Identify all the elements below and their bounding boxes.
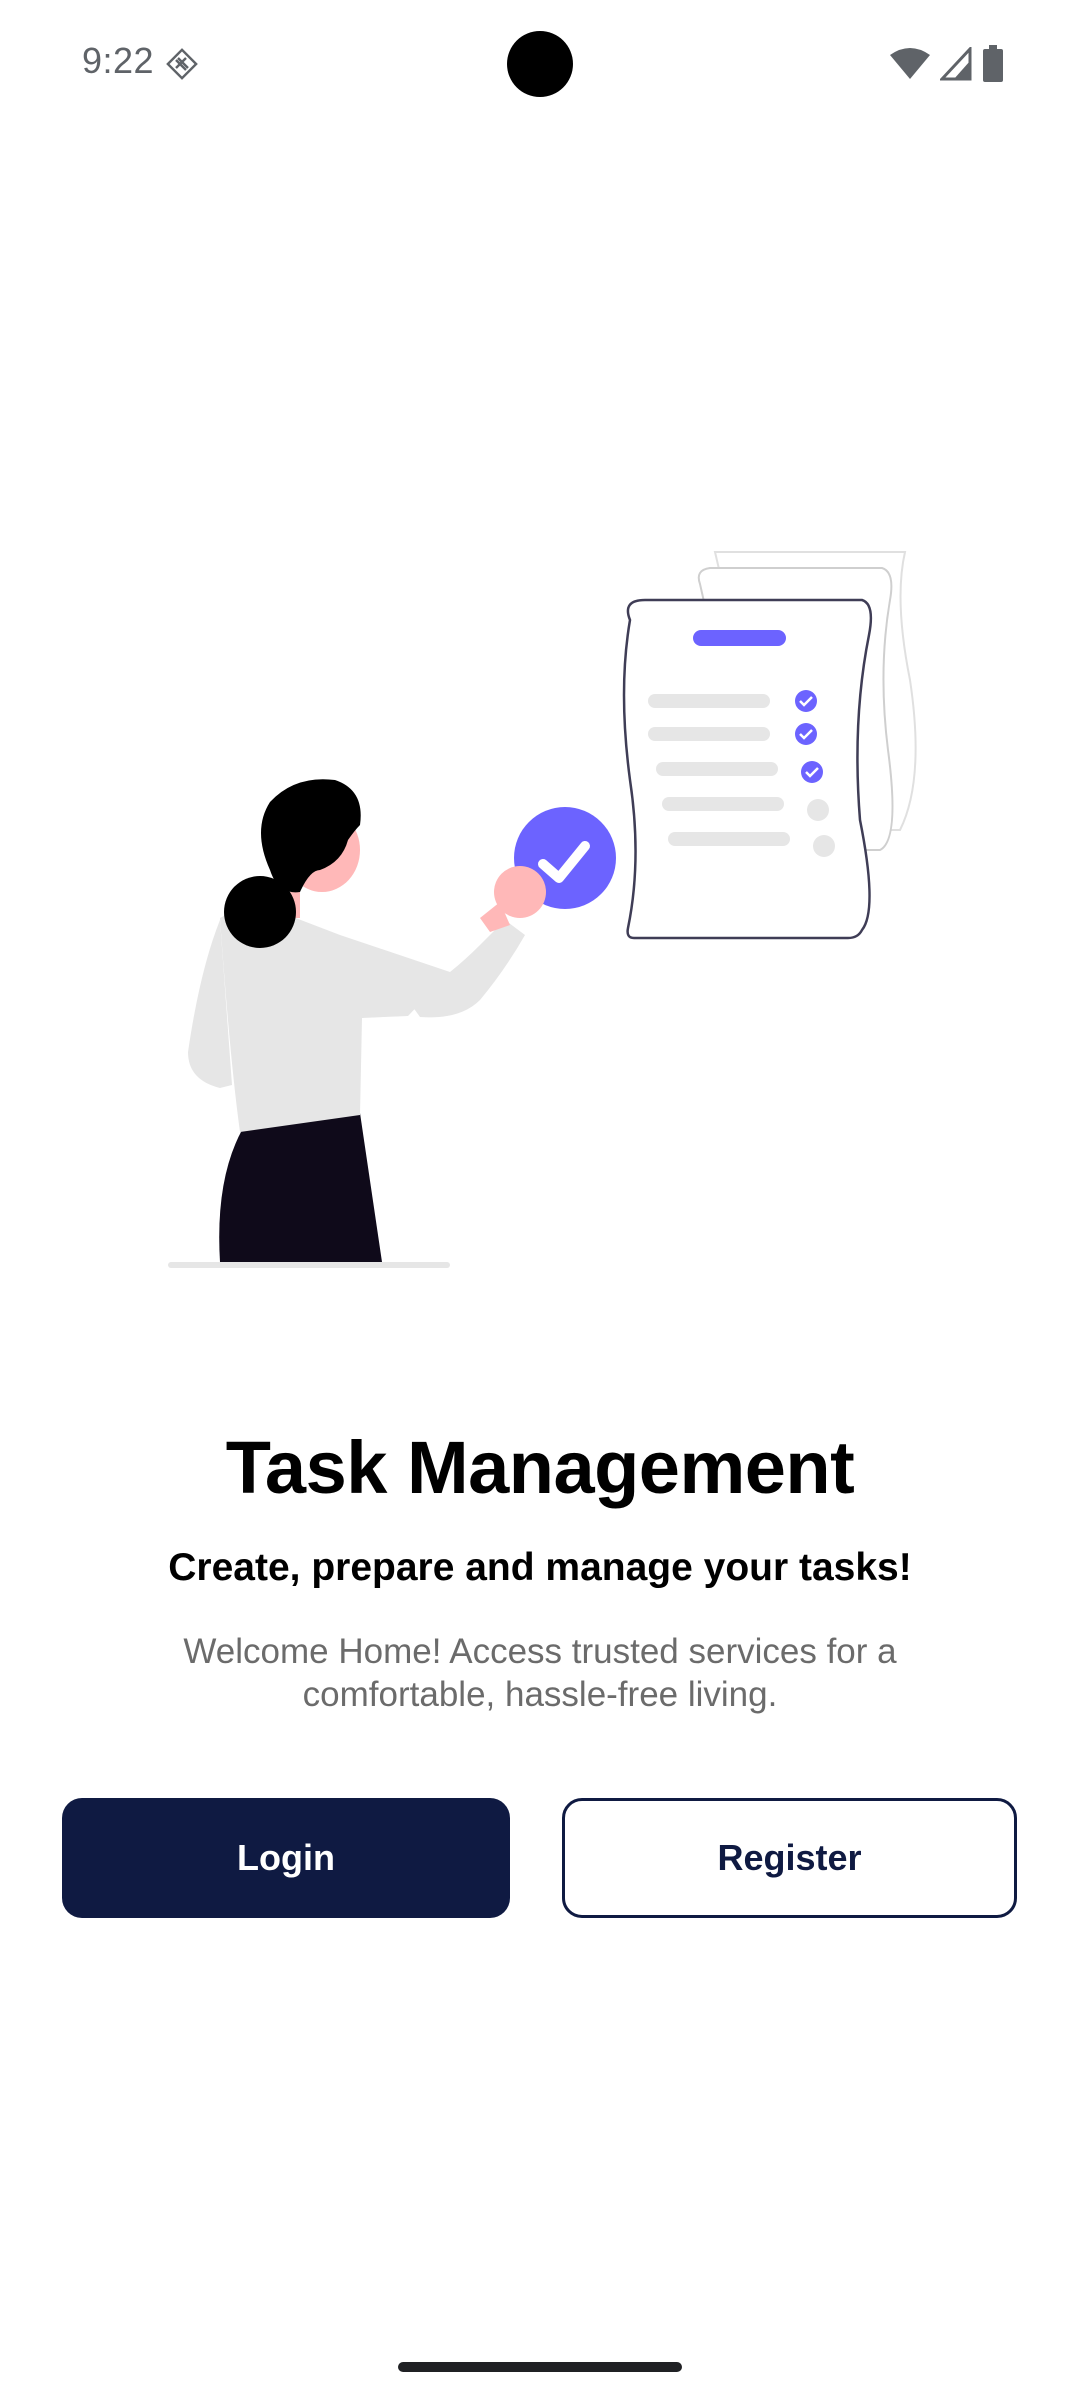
- camera-cutout: [507, 31, 573, 97]
- person-figure: [188, 779, 546, 1262]
- register-button-label: Register: [717, 1837, 862, 1878]
- welcome-description: Welcome Home! Access trusted services fo…: [183, 1632, 897, 1714]
- status-bar: 9:22: [0, 0, 1080, 128]
- battery-icon: [983, 45, 1003, 82]
- notification-icon: [166, 48, 198, 80]
- page-title: Task Management: [225, 1426, 855, 1509]
- login-button[interactable]: Login: [62, 1798, 510, 1918]
- wifi-icon: [890, 48, 930, 79]
- cellular-signal-icon: [940, 47, 972, 81]
- ground-line: [168, 1262, 450, 1268]
- home-indicator[interactable]: [398, 2362, 682, 2372]
- page-header-bar: [693, 630, 786, 646]
- task-illustration: [168, 551, 917, 1268]
- page-subtitle: Create, prepare and manage your tasks!: [168, 1546, 912, 1589]
- login-button-label: Login: [237, 1837, 335, 1878]
- status-icons: [890, 44, 1004, 84]
- status-time: 9:22: [82, 40, 155, 81]
- register-button[interactable]: Register: [562, 1798, 1017, 1918]
